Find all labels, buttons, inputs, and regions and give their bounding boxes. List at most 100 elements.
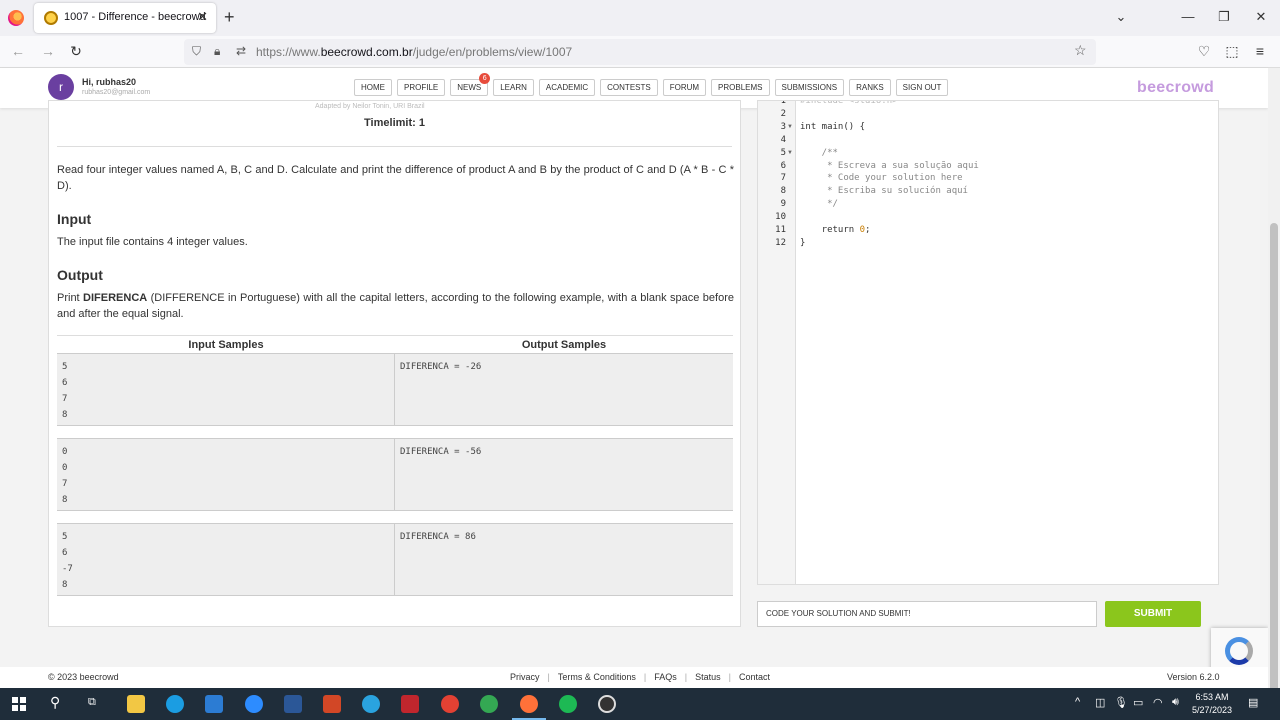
submit-status-field[interactable]: CODE YOUR SOLUTION AND SUBMIT! — [757, 601, 1097, 627]
word-icon[interactable] — [284, 695, 302, 713]
list-tabs-icon[interactable]: ⌄ — [1111, 9, 1131, 25]
search-icon[interactable]: ⚲ — [50, 694, 60, 711]
wifi-icon[interactable]: ◠ — [1153, 696, 1163, 709]
volume-icon[interactable]: 🔊︎ — [1172, 696, 1179, 709]
browser-tab-bar: 1007 - Difference - beecrowd ✕ + ⌄ — ❐ ✕ — [0, 0, 1280, 36]
spotify-icon[interactable] — [559, 695, 577, 713]
code-line[interactable]: } — [800, 238, 805, 248]
menu-news-label: NEWS — [457, 83, 482, 92]
avatar[interactable]: r — [48, 74, 74, 100]
input-heading: Input — [57, 211, 92, 227]
firefox-icon[interactable] — [520, 695, 538, 713]
code-line[interactable]: */ — [800, 199, 838, 209]
permissions-icon[interactable]: ⇄ — [236, 44, 246, 58]
new-tab-icon[interactable]: + — [224, 7, 235, 28]
scrollbar-thumb[interactable] — [1270, 223, 1278, 693]
footer-links: Privacy | Terms & Conditions | FAQs | Statu… — [510, 672, 770, 682]
separator: | — [643, 672, 647, 682]
browser-tab[interactable]: 1007 - Difference - beecrowd ✕ — [34, 3, 216, 33]
beecrowd-logo[interactable]: beecrowd — [1137, 79, 1214, 97]
back-icon[interactable]: ← — [8, 43, 28, 59]
line-number: 10 — [775, 212, 786, 223]
copyright: © 2023 beecrowd — [48, 672, 119, 682]
line-number: 4 — [780, 134, 786, 145]
edge-icon[interactable] — [166, 695, 184, 713]
site-footer: © 2023 beecrowd Privacy | Terms & Conditi… — [0, 667, 1268, 688]
shield-icon[interactable]: ⛉ — [192, 44, 201, 59]
line-number: 1 — [780, 100, 786, 106]
code-line[interactable]: /** — [800, 148, 838, 158]
menu-home[interactable]: HOME — [354, 79, 392, 96]
submit-button[interactable]: SUBMIT — [1105, 601, 1201, 627]
chrome-icon[interactable] — [441, 695, 459, 713]
show-hidden-icons-icon[interactable]: ^ — [1075, 696, 1080, 708]
battery-icon[interactable]: ▭ — [1133, 696, 1143, 709]
clock[interactable]: 6:53 AM 5/27/2023 — [1192, 691, 1232, 717]
menu-academic[interactable]: ACADEMIC — [538, 79, 596, 96]
tray-app-icon[interactable]: ◫ — [1095, 696, 1105, 709]
footer-link-contact[interactable]: Contact — [739, 672, 770, 682]
sample-row: 0 0 7 8 DIFERENCA = -56 — [57, 438, 733, 511]
page-scrollbar[interactable] — [1268, 68, 1280, 693]
app-icon[interactable] — [401, 695, 419, 713]
file-explorer-icon[interactable] — [127, 695, 145, 713]
beecrowd-favicon-icon — [44, 11, 58, 25]
editor-gutter: 1 2 3 ▼ 4 5 ▼ 6 7 8 9 10 11 12 — [758, 101, 796, 584]
line-number: 11 — [775, 225, 786, 235]
code-line[interactable]: * Escriba su solución aquí — [800, 186, 968, 196]
footer-link-terms[interactable]: Terms & Conditions — [558, 672, 636, 682]
close-window-icon[interactable]: ✕ — [1251, 9, 1271, 25]
footer-link-faqs[interactable]: FAQs — [654, 672, 677, 682]
hamburger-menu-icon[interactable]: ≡ — [1250, 43, 1270, 59]
minimize-icon[interactable]: — — [1178, 9, 1198, 24]
notifications-icon[interactable]: ▤ — [1248, 696, 1258, 709]
close-tab-icon[interactable]: ✕ — [197, 9, 208, 25]
url-bar[interactable]: ⛉ 🔒︎ ⇄ https://www.beecrowd.com.br/judge… — [184, 39, 1096, 65]
menu-forum[interactable]: FORUM — [662, 79, 707, 96]
chrome-profile-icon[interactable] — [480, 695, 498, 713]
fold-toggle-icon[interactable]: ▼ — [787, 150, 793, 156]
menu-problems[interactable]: PROBLEMS — [711, 79, 770, 96]
forward-icon[interactable]: → — [38, 43, 58, 59]
obs-icon[interactable] — [598, 695, 616, 713]
recaptcha-badge[interactable] — [1211, 628, 1268, 672]
user-greeting[interactable]: Hi, rubhas20 — [82, 77, 136, 87]
menu-learn[interactable]: LEARN — [493, 79, 534, 96]
menu-submissions[interactable]: SUBMISSIONS — [774, 79, 845, 96]
microphone-icon[interactable]: 🎙︎ — [1114, 696, 1128, 709]
windows-start-icon[interactable] — [12, 697, 26, 711]
sample-output: DIFERENCA = -56 — [400, 447, 482, 457]
menu-sign-out[interactable]: SIGN OUT — [895, 79, 949, 96]
telegram-icon[interactable] — [362, 695, 380, 713]
code-line[interactable]: return 0; — [800, 225, 871, 235]
code-line[interactable]: * Code your solution here — [800, 173, 962, 183]
fold-toggle-icon[interactable]: ▼ — [787, 124, 793, 130]
input-samples-header: Input Samples — [188, 339, 264, 351]
menu-news[interactable]: NEWS 6 — [450, 73, 491, 96]
bookmark-star-icon[interactable]: ☆ — [1074, 42, 1087, 59]
sample-input: 5 6 -7 8 — [57, 524, 395, 595]
code-line[interactable]: #include <stdio.h> — [800, 101, 898, 106]
reload-icon[interactable]: ↻ — [66, 43, 86, 60]
task-view-icon[interactable]: ⧉ — [88, 696, 96, 709]
problem-credit: Adapted by Neilor Tonin, URI Brazil — [315, 103, 425, 110]
pocket-icon[interactable]: ♡ — [1194, 43, 1214, 60]
url-text[interactable]: https://www.beecrowd.com.br/judge/en/pro… — [256, 45, 572, 59]
lock-icon[interactable]: 🔒︎ — [214, 44, 220, 59]
powerpoint-icon[interactable] — [323, 695, 341, 713]
menu-contests[interactable]: CONTESTS — [600, 79, 658, 96]
windows-taskbar: ⚲ ⧉ ^ ◫ 🎙︎ ▭ ◠ 🔊︎ 6:53 AM 5/27/2023 ▤ — [0, 688, 1280, 720]
code-editor[interactable]: 1 2 3 ▼ 4 5 ▼ 6 7 8 9 10 11 12 #include <stdio.h> int … — [757, 100, 1219, 585]
footer-link-privacy[interactable]: Privacy — [510, 672, 540, 682]
line-number: 5 — [780, 147, 786, 158]
menu-ranks[interactable]: RANKS — [849, 79, 891, 96]
menu-profile[interactable]: PROFILE — [397, 79, 446, 96]
firefox-menu-icon[interactable] — [8, 10, 24, 26]
vscode-icon[interactable] — [205, 695, 223, 713]
code-line[interactable]: * Escreva a sua solução aqui — [800, 161, 979, 171]
zoom-icon[interactable] — [245, 695, 263, 713]
extensions-icon[interactable]: ⬚ — [1222, 43, 1242, 60]
code-line[interactable]: int main() { — [800, 122, 865, 132]
footer-link-status[interactable]: Status — [695, 672, 721, 682]
restore-icon[interactable]: ❐ — [1214, 9, 1234, 25]
